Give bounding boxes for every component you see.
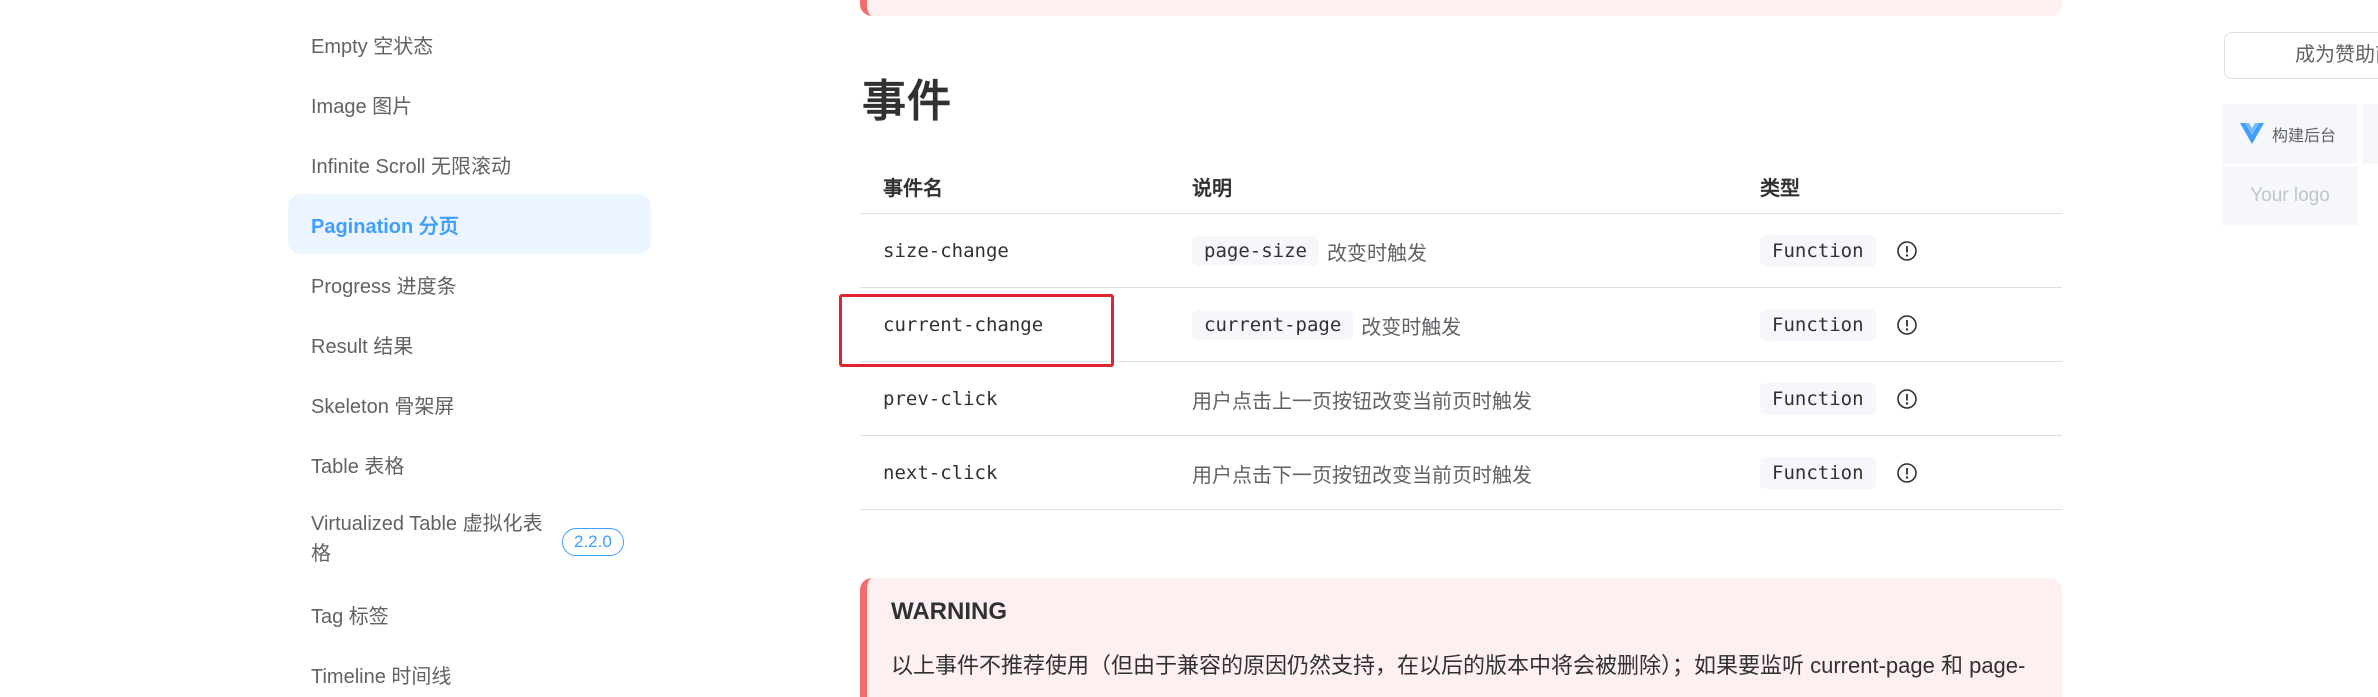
sponsor-card-label: 构建后台 bbox=[2272, 128, 2337, 145]
sidebar-item-label: Virtualized Table 虚拟化表格 bbox=[311, 513, 543, 565]
inline-code: current-page bbox=[1192, 310, 1354, 340]
info-icon[interactable] bbox=[1896, 314, 1918, 336]
event-name: prev-click bbox=[883, 388, 998, 410]
sidebar-item-virtualized-table[interactable]: Virtualized Table 虚拟化表格 2.2.0 bbox=[288, 506, 651, 572]
warning-callout: WARNING 以上事件不推荐使用（但由于兼容的原因仍然支持，在以后的版本中将会… bbox=[860, 578, 2062, 697]
section-title-events: 事件 bbox=[862, 76, 952, 127]
info-icon[interactable] bbox=[1896, 240, 1918, 262]
sidebar-item-progress[interactable]: Progress 进度条 bbox=[288, 262, 651, 306]
type-code: Function bbox=[1760, 383, 1876, 415]
info-icon[interactable] bbox=[1896, 462, 1918, 484]
event-name: next-click bbox=[883, 462, 998, 484]
event-description: 改变时触发 bbox=[1326, 242, 1427, 265]
event-name: size-change bbox=[883, 240, 1009, 262]
sidebar-item-label: Progress 进度条 bbox=[311, 275, 457, 298]
sidebar-item-label: Tag 标签 bbox=[311, 605, 389, 628]
previous-callout bbox=[860, 0, 2062, 16]
table-row: next-click 用户点击下一页按钮改变当前页时触发 Function bbox=[860, 436, 2062, 510]
sidebar-item-label: Pagination 分页 bbox=[311, 215, 459, 238]
sidebar-item-label: Table 表格 bbox=[311, 455, 405, 478]
sidebar-nav: Empty 空状态 Image 图片 Infinite Scroll 无限滚动 … bbox=[0, 0, 680, 697]
table-row: prev-click 用户点击上一页按钮改变当前页时触发 Function bbox=[860, 362, 2062, 436]
sponsor-card[interactable] bbox=[2362, 104, 2378, 164]
sidebar-item-label: Empty 空状态 bbox=[311, 35, 434, 58]
sidebar-item-result[interactable]: Result 结果 bbox=[288, 322, 651, 366]
sidebar-item-tag[interactable]: Tag 标签 bbox=[288, 592, 651, 636]
header-event-name: 事件名 bbox=[883, 178, 943, 200]
sidebar-item-label: Skeleton 骨架屏 bbox=[311, 395, 455, 418]
event-description: 用户点击下一页按钮改变当前页时触发 bbox=[1192, 464, 1532, 487]
type-code: Function bbox=[1760, 309, 1876, 341]
warning-text: 以上事件不推荐使用（但由于兼容的原因仍然支持，在以后的版本中将会被删除）；如果要… bbox=[891, 653, 2026, 678]
sidebar-item-label: Infinite Scroll 无限滚动 bbox=[311, 155, 512, 178]
header-description: 说明 bbox=[1192, 178, 1232, 200]
event-description: 改变时触发 bbox=[1361, 316, 1462, 339]
type-code: Function bbox=[1760, 235, 1876, 267]
inline-code: page-size bbox=[1192, 236, 1319, 266]
table-header: 事件名 说明 类型 bbox=[860, 154, 2062, 214]
sidebar-item-label: Image 图片 bbox=[311, 95, 413, 118]
sponsor-card[interactable]: 构建后台 bbox=[2222, 104, 2358, 164]
sponsor-aside: 成为赞助商 构建后台 Your logo bbox=[2222, 0, 2378, 697]
logo-placeholder[interactable]: Your logo bbox=[2222, 166, 2358, 226]
sidebar-item-label: Timeline 时间线 bbox=[311, 665, 452, 688]
sidebar-item-table[interactable]: Table 表格 bbox=[288, 442, 651, 486]
table-row: size-change page-size 改变时触发 Function bbox=[860, 214, 2062, 288]
become-sponsor-button[interactable]: 成为赞助商 bbox=[2224, 32, 2378, 79]
event-description: 用户点击上一页按钮改变当前页时触发 bbox=[1192, 390, 1532, 413]
sidebar-item-label: Result 结果 bbox=[311, 335, 414, 358]
warning-title: WARNING bbox=[891, 598, 1007, 625]
info-icon[interactable] bbox=[1896, 388, 1918, 410]
sidebar-item-timeline[interactable]: Timeline 时间线 bbox=[288, 652, 651, 696]
sidebar-item-skeleton[interactable]: Skeleton 骨架屏 bbox=[288, 382, 651, 426]
header-type: 类型 bbox=[1760, 178, 1800, 200]
sidebar-item-infinite-scroll[interactable]: Infinite Scroll 无限滚动 bbox=[288, 142, 651, 186]
vue-logo-icon bbox=[2240, 123, 2264, 145]
highlight-box bbox=[839, 294, 1114, 367]
sidebar-item-empty[interactable]: Empty 空状态 bbox=[288, 22, 651, 66]
sidebar-item-image[interactable]: Image 图片 bbox=[288, 82, 651, 126]
type-code: Function bbox=[1760, 457, 1876, 489]
version-badge: 2.2.0 bbox=[562, 528, 624, 556]
sidebar-item-pagination[interactable]: Pagination 分页 bbox=[288, 194, 651, 254]
